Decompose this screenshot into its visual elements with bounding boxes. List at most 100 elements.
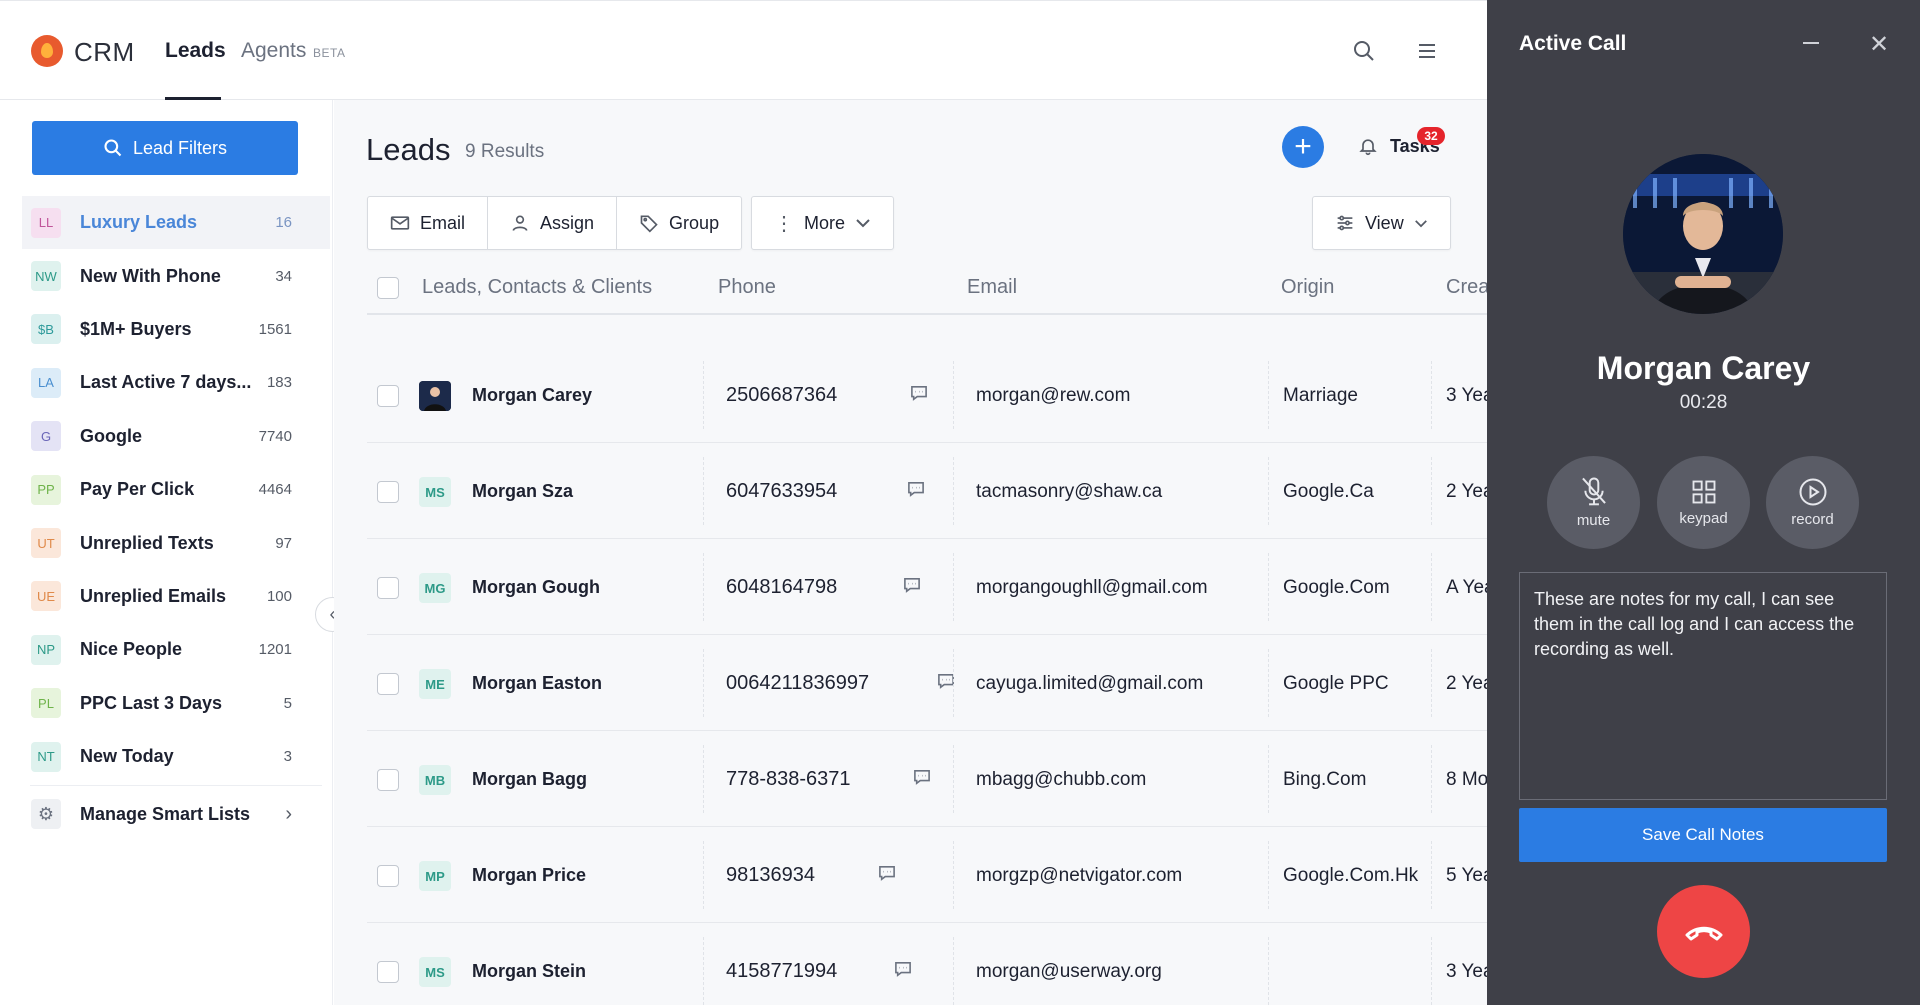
message-icon[interactable]: [907, 481, 925, 497]
lead-filters-button[interactable]: Lead Filters: [32, 121, 298, 175]
lead-name[interactable]: Morgan Easton: [472, 673, 602, 694]
lead-phone[interactable]: 4158771994: [726, 960, 837, 983]
table-row[interactable]: MS Morgan Stein 4158771994 morgan@userwa…: [367, 923, 1487, 1005]
list-count: 34: [275, 267, 292, 285]
column-header-name[interactable]: Leads, Contacts & Clients: [422, 276, 652, 299]
lead-email[interactable]: cayuga.limited@gmail.com: [976, 673, 1203, 695]
lead-avatar: MB: [419, 765, 451, 795]
list-count: 16: [275, 214, 292, 232]
more-dropdown[interactable]: ⋮ More: [751, 196, 895, 250]
lead-email[interactable]: mbagg@chubb.com: [976, 769, 1146, 791]
lead-email[interactable]: morgzp@netvigator.com: [976, 865, 1182, 887]
smart-list-item-last-active[interactable]: LA Last Active 7 days... 183: [22, 356, 330, 409]
column-header-email[interactable]: Email: [967, 276, 1017, 299]
smart-list-item-unreplied-emails[interactable]: UE Unreplied Emails 100: [22, 570, 330, 623]
view-dropdown[interactable]: View: [1312, 196, 1451, 250]
row-checkbox[interactable]: [377, 481, 399, 503]
row-checkbox[interactable]: [377, 865, 399, 887]
group-button[interactable]: Group: [617, 197, 741, 249]
table-row[interactable]: MG Morgan Gough 6048164798 morgangoughll…: [367, 539, 1487, 635]
lead-name[interactable]: Morgan Stein: [472, 961, 586, 982]
caller-name: Morgan Carey: [1596, 350, 1811, 386]
list-badge: NP: [31, 634, 61, 665]
smart-list-item-1m-buyers[interactable]: $B $1M+ Buyers 1561: [22, 303, 330, 356]
row-checkbox[interactable]: [377, 385, 399, 407]
lead-email[interactable]: morgangoughll@gmail.com: [976, 577, 1208, 599]
more-button[interactable]: ⋮ More: [752, 197, 893, 249]
add-lead-button[interactable]: +: [1282, 126, 1324, 168]
smart-list-item-luxury-leads[interactable]: LL Luxury Leads 16: [22, 196, 330, 250]
smart-list-item-new-with-phone[interactable]: NW New With Phone 34: [22, 249, 330, 302]
hang-up-button[interactable]: [1657, 885, 1750, 978]
table-row[interactable]: MS Morgan Sza 6047633954 tacmasonry@shaw…: [367, 443, 1487, 539]
lead-avatar: MG: [419, 573, 451, 603]
table-row[interactable]: ME Morgan Easton 0064211836997 cayuga.li…: [367, 635, 1487, 731]
view-button-label: View: [1365, 212, 1404, 233]
smart-list-item-pay-per-click[interactable]: PP Pay Per Click 4464: [22, 463, 330, 516]
message-icon[interactable]: [910, 385, 928, 401]
smart-list-item-ppc-last-3-days[interactable]: PL PPC Last 3 Days 5: [22, 677, 330, 730]
smart-list-item-google[interactable]: G Google 7740: [22, 410, 330, 463]
record-button[interactable]: record: [1766, 456, 1859, 549]
lead-phone[interactable]: 778-838-6371: [726, 768, 851, 791]
table-row[interactable]: Morgan Carey 2506687364 morgan@rew.com M…: [367, 347, 1487, 443]
column-header-created[interactable]: Created: [1446, 276, 1487, 299]
list-label: New Today: [80, 746, 174, 767]
menu-icon[interactable]: [1415, 39, 1439, 63]
brand-name[interactable]: CRM: [74, 37, 135, 68]
column-divider: [1268, 361, 1269, 429]
smart-list-item-nice-people[interactable]: NP Nice People 1201: [22, 623, 330, 676]
save-call-notes-button[interactable]: Save Call Notes: [1519, 808, 1887, 862]
call-notes-textarea[interactable]: These are notes for my call, I can see t…: [1519, 572, 1887, 800]
message-icon[interactable]: [903, 577, 921, 593]
call-panel-title: Active Call: [1519, 32, 1627, 55]
crm-logo-icon[interactable]: [31, 35, 63, 67]
mute-button[interactable]: mute: [1547, 456, 1640, 549]
select-all-checkbox[interactable]: [377, 277, 399, 299]
search-icon[interactable]: [1352, 39, 1376, 63]
group-button-label: Group: [669, 212, 720, 233]
column-divider: [1268, 937, 1269, 1005]
lead-name[interactable]: Morgan Bagg: [472, 769, 587, 790]
lead-email[interactable]: morgan@rew.com: [976, 385, 1130, 407]
lead-name[interactable]: Morgan Gough: [472, 577, 600, 598]
lead-email[interactable]: tacmasonry@shaw.ca: [976, 481, 1162, 503]
lead-avatar: MS: [419, 477, 451, 507]
column-header-phone[interactable]: Phone: [718, 276, 776, 299]
nav-tab-agents[interactable]: Agents: [241, 39, 306, 63]
smart-list-item-unreplied-texts[interactable]: UT Unreplied Texts 97: [22, 516, 330, 569]
row-checkbox[interactable]: [377, 673, 399, 695]
manage-smart-lists-link[interactable]: ⚙ Manage Smart Lists ›: [22, 786, 330, 842]
lead-name[interactable]: Morgan Carey: [472, 385, 592, 406]
row-checkbox[interactable]: [377, 961, 399, 983]
column-divider: [1268, 457, 1269, 525]
close-icon[interactable]: ✕: [1869, 30, 1889, 59]
row-checkbox[interactable]: [377, 769, 399, 791]
nav-tab-leads[interactable]: Leads: [165, 39, 226, 63]
email-button[interactable]: Email: [368, 197, 489, 249]
lead-name[interactable]: Morgan Sza: [472, 481, 573, 502]
lead-email[interactable]: morgan@userway.org: [976, 961, 1162, 983]
column-divider: [953, 649, 954, 717]
message-icon[interactable]: [894, 961, 912, 977]
lead-origin: Google.Ca: [1283, 481, 1374, 502]
message-icon[interactable]: [913, 769, 931, 785]
lead-phone[interactable]: 98136934: [726, 864, 815, 887]
lead-name[interactable]: Morgan Price: [472, 865, 586, 886]
lead-phone[interactable]: 6048164798: [726, 576, 837, 599]
lead-phone[interactable]: 0064211836997: [726, 672, 869, 695]
minimize-icon[interactable]: [1803, 42, 1819, 44]
assign-button[interactable]: Assign: [488, 197, 618, 249]
view-button[interactable]: View: [1313, 197, 1450, 249]
column-header-origin[interactable]: Origin: [1281, 276, 1334, 299]
column-divider: [1431, 937, 1432, 1005]
table-row[interactable]: MP Morgan Price 98136934 morgzp@netvigat…: [367, 827, 1487, 923]
lead-phone[interactable]: 2506687364: [726, 384, 837, 407]
keypad-button[interactable]: keypad: [1657, 456, 1750, 549]
message-icon[interactable]: [878, 865, 896, 881]
table-row[interactable]: MB Morgan Bagg 778-838-6371 mbagg@chubb.…: [367, 731, 1487, 827]
lead-phone[interactable]: 6047633954: [726, 480, 837, 503]
list-count: 1561: [258, 320, 292, 338]
smart-list-item-new-today[interactable]: NT New Today 3: [22, 730, 330, 783]
row-checkbox[interactable]: [377, 577, 399, 599]
